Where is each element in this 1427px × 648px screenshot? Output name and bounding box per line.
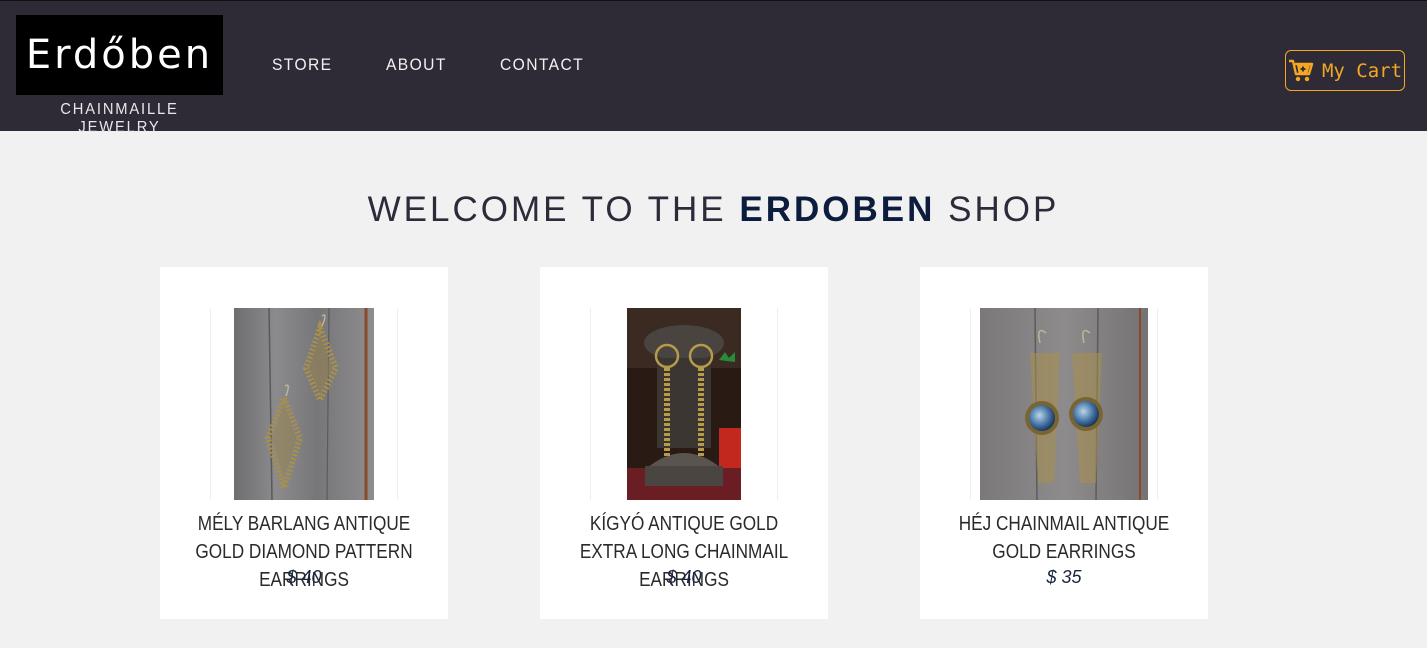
product-title[interactable]: HÉJ CHAINMAIL ANTIQUE GOLD EARRINGS (920, 510, 1208, 566)
cart-label: My Cart (1321, 59, 1403, 82)
logo[interactable]: Erdőben (16, 15, 223, 95)
main-nav: STORE ABOUT CONTACT (272, 55, 639, 75)
site-header: Erdőben CHAINMAILLE JEWELRY STORE ABOUT … (0, 0, 1427, 136)
welcome-heading: WELCOME TO THE ERDOBEN SHOP (0, 190, 1427, 230)
earrings-photo (234, 308, 374, 500)
welcome-prefix: WELCOME TO THE (367, 190, 727, 229)
nav-contact[interactable]: CONTACT (500, 55, 584, 75)
tagline: CHAINMAILLE JEWELRY (60, 101, 179, 136)
earrings-photo (980, 308, 1148, 500)
shopping-cart-icon (1288, 59, 1314, 81)
logo-text: Erdőben (25, 32, 214, 78)
my-cart-button[interactable]: My Cart (1285, 50, 1405, 91)
nav-about[interactable]: ABOUT (386, 55, 447, 75)
product-price: $ 35 (1046, 567, 1082, 587)
welcome-brand: ERDOBEN (739, 190, 936, 229)
nav-store[interactable]: STORE (272, 55, 333, 75)
product-image[interactable] (210, 308, 398, 500)
product-image[interactable] (970, 308, 1158, 500)
product-image[interactable] (590, 308, 778, 500)
product-price: $ 40 (286, 567, 322, 587)
earrings-photo (627, 308, 741, 500)
product-price: $ 40 (666, 567, 702, 587)
product-card[interactable]: KÍGYÓ ANTIQUE GOLD EXTRA LONG CHAINMAIL … (540, 267, 828, 619)
product-title-text: HÉJ CHAINMAIL ANTIQUE GOLD EARRINGS (958, 513, 1170, 563)
welcome-suffix: SHOP (948, 190, 1060, 229)
product-card[interactable]: HÉJ CHAINMAIL ANTIQUE GOLD EARRINGS $ 35 (920, 267, 1208, 619)
product-card[interactable]: MÉLY BARLANG ANTIQUE GOLD DIAMOND PATTER… (160, 267, 448, 619)
